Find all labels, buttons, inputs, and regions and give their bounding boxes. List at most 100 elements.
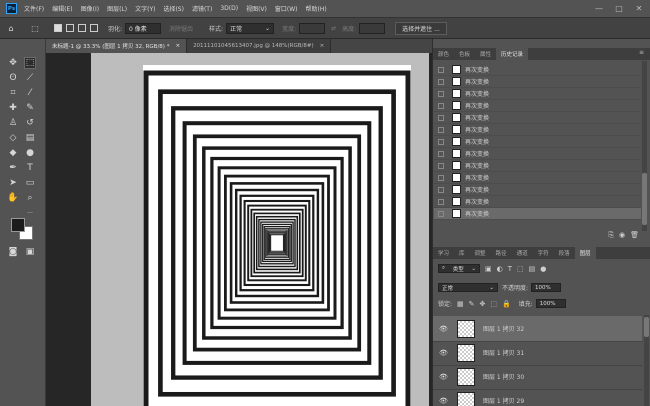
menu-help[interactable]: 帮助(H) [306,4,327,13]
history-item[interactable]: 再次变换 [434,88,641,100]
menu-edit[interactable]: 编辑(E) [52,4,72,13]
move-tool-icon[interactable]: ✥ [7,57,19,69]
minimize-icon[interactable]: — [590,0,608,17]
filter-adjustment-icon[interactable]: ◐ [497,265,503,273]
new-selection-icon[interactable] [54,24,62,32]
history-source-checkbox[interactable] [438,90,444,97]
opacity-input[interactable]: 100% [531,283,562,292]
lock-artboard-icon[interactable]: ⬚ [490,300,497,308]
zoom-tool-icon[interactable]: ⌕ [24,192,36,204]
panel-menu-icon[interactable]: ≡ [639,49,644,56]
menu-view[interactable]: 视图(V) [246,4,267,13]
history-brush-icon[interactable]: ↺ [24,117,36,129]
tab-untitled-1[interactable]: 未标题-1 @ 33.3% (图层 1 拷贝 32, RGB/8) * × [46,39,188,53]
menu-layer[interactable]: 图层(L) [107,4,127,13]
eye-icon[interactable]: 👁 [439,397,453,405]
eye-icon[interactable]: 👁 [439,349,453,357]
path-select-tool-icon[interactable]: ➤ [7,177,19,189]
artboard[interactable] [91,53,429,406]
brush-tool-icon[interactable]: ✎ [24,102,36,114]
tab-character[interactable]: 字符 [533,247,554,259]
crop-tool-icon[interactable]: ⌗ [7,87,19,99]
style-select[interactable]: 正常 ⌄ [226,22,275,34]
menu-window[interactable]: 窗口(W) [275,4,298,13]
snapshot-camera-icon[interactable]: ◉ [619,231,625,241]
subtract-selection-icon[interactable] [78,24,86,32]
menu-filter[interactable]: 滤镜(T) [192,4,212,13]
blend-mode-select[interactable]: 正常 ⌄ [438,283,498,292]
menu-file[interactable]: 文件(F) [24,4,44,13]
history-source-checkbox[interactable] [438,162,444,169]
close-tab-icon[interactable]: × [175,43,180,49]
new-document-from-state-icon[interactable]: ⎘ [608,231,614,241]
screen-mode-icon[interactable]: ▣ [24,246,36,258]
menu-select[interactable]: 选择(S) [163,4,184,13]
height-input[interactable] [359,22,386,34]
width-input[interactable] [299,22,326,34]
add-selection-icon[interactable] [66,24,74,32]
edit-toolbar-icon[interactable]: ··· [24,207,36,219]
quick-mask-icon[interactable]: ◙ [7,246,19,258]
lock-transparent-icon[interactable]: ▦ [457,300,464,308]
tab-history[interactable]: 历史记录 [496,48,529,60]
history-source-checkbox[interactable] [438,114,444,121]
close-icon[interactable]: ✕ [630,0,648,17]
antialias-checkbox[interactable]: 消除锯齿 [169,24,193,33]
tab-adjustments[interactable]: 调整 [470,247,491,259]
eyedropper-tool-icon[interactable]: ⁄ [24,87,36,99]
canvas-area[interactable] [46,53,432,406]
select-and-mask-button[interactable]: 选择并遮住 ... [395,21,447,35]
filter-shape-icon[interactable]: ⬚ [517,265,524,273]
dodge-tool-icon[interactable]: ● [24,147,36,159]
history-source-checkbox[interactable] [438,186,444,193]
history-scroll-thumb[interactable] [642,173,647,225]
tab-paragraph[interactable]: 段落 [554,247,575,259]
fill-input[interactable]: 100% [535,299,566,308]
tab-layers[interactable]: 图层 [574,247,596,259]
layer-row[interactable]: 👁 图层 1 拷贝 29 [433,388,642,406]
layers-scrollbar[interactable] [644,315,649,406]
menu-3d[interactable]: 3D(D) [220,5,238,12]
history-source-checkbox[interactable] [438,102,444,109]
history-item[interactable]: 再次变换 [434,136,641,148]
history-source-checkbox[interactable] [438,126,444,133]
history-item[interactable]: 再次变换 [434,208,641,220]
history-item[interactable]: 再次变换 [434,124,641,136]
quick-select-tool-icon[interactable]: ⟋ [24,72,36,84]
tab-swatches[interactable]: 色板 [454,48,475,60]
tab-channels[interactable]: 通道 [512,247,533,259]
feather-input[interactable]: 0 像素 [125,22,162,34]
tab-learn[interactable]: 学习 [433,247,454,259]
shape-tool-icon[interactable]: ▭ [24,177,36,189]
rect-marquee-icon[interactable]: ⬚ [30,23,40,33]
eye-icon[interactable]: 👁 [439,325,453,333]
history-source-checkbox[interactable] [438,150,444,157]
history-source-checkbox[interactable] [438,198,444,205]
history-scrollbar[interactable] [642,61,647,231]
home-icon[interactable]: ⌂ [6,23,16,33]
stamp-tool-icon[interactable]: ♙ [7,117,19,129]
layer-row[interactable]: 👁 图层 1 拷贝 31 [433,340,642,366]
swap-icon[interactable]: ⇄ [331,25,336,32]
history-source-checkbox[interactable] [438,210,444,217]
pen-tool-icon[interactable]: ✒ [7,162,19,174]
history-source-checkbox[interactable] [438,66,444,73]
type-tool-icon[interactable]: T [24,162,36,174]
layer-row[interactable]: 👁 图层 1 拷贝 30 [433,364,642,390]
close-tab-icon[interactable]: × [320,43,325,49]
history-item[interactable]: 再次变换 [434,76,641,88]
delete-state-icon[interactable]: 🗑 [630,231,639,241]
filter-pixel-icon[interactable]: ▣ [485,265,492,273]
history-item[interactable]: 再次变换 [434,112,641,124]
menu-type[interactable]: 文字(Y) [135,4,155,13]
menu-image[interactable]: 图像(I) [81,4,99,13]
eraser-tool-icon[interactable]: ◇ [7,132,19,144]
filter-toggle-icon[interactable]: ● [540,265,546,273]
layer-filter-select[interactable]: ⌕ 类型 ⌄ [438,264,480,273]
layer-row[interactable]: 👁 图层 1 拷贝 32 [433,316,642,342]
intersect-selection-icon[interactable] [90,24,98,32]
lasso-tool-icon[interactable]: ʘ [7,72,19,84]
history-item[interactable]: 再次变换 [434,100,641,112]
lock-position-icon[interactable]: ✥ [480,300,486,308]
tab-paths[interactable]: 路径 [491,247,512,259]
